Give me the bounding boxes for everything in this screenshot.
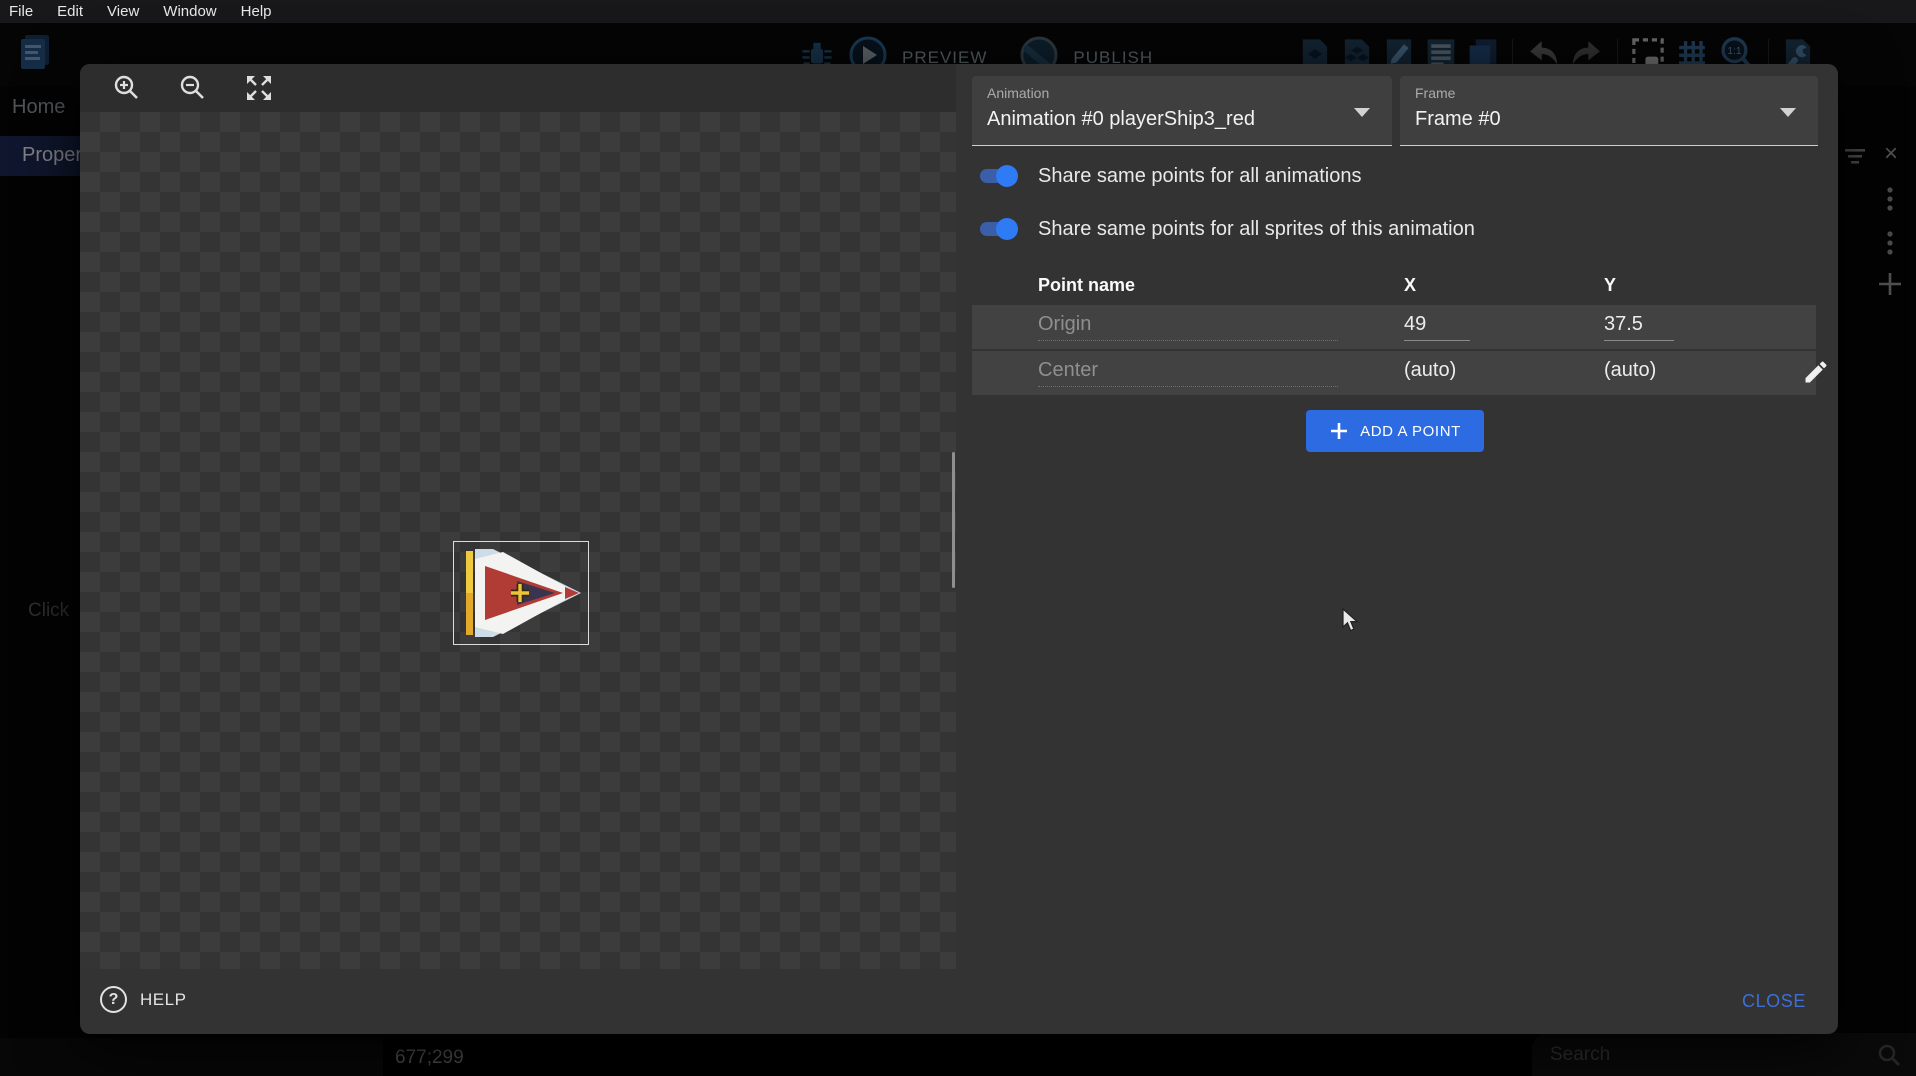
toggle-label: Share same points for all sprites of thi…: [1038, 218, 1475, 241]
close-button[interactable]: CLOSE: [1742, 991, 1806, 1012]
share-points-animations-toggle[interactable]: [978, 164, 1018, 188]
edit-point-button[interactable]: [1802, 358, 1832, 388]
frame-select-value: Frame #0: [1415, 108, 1501, 131]
animation-select[interactable]: Animation Animation #0 playerShip3_red: [972, 76, 1392, 146]
zoom-in-button[interactable]: [109, 70, 145, 106]
share-points-animations-row: Share same points for all animations: [978, 162, 1362, 190]
frame-select[interactable]: Frame Frame #0: [1400, 76, 1818, 146]
add-a-point-label: ADD A POINT: [1360, 423, 1461, 440]
frame-select-label: Frame: [1415, 85, 1455, 101]
zoom-out-button[interactable]: [175, 70, 211, 106]
fit-to-screen-button[interactable]: [241, 70, 277, 106]
point-x-field[interactable]: 49: [1404, 313, 1470, 341]
menu-window[interactable]: Window: [151, 3, 228, 20]
point-x-field[interactable]: (auto): [1404, 359, 1470, 387]
menu-view[interactable]: View: [95, 3, 151, 20]
edit-points-dialog: Animation Animation #0 playerShip3_red F…: [80, 64, 1838, 1034]
pencil-icon: [1802, 358, 1830, 386]
sprite-preview-toolbar: [80, 64, 956, 112]
point-y-field[interactable]: 37.5: [1604, 313, 1674, 341]
help-label: HELP: [140, 990, 186, 1010]
menu-bar: File Edit View Window Help: [0, 0, 1916, 23]
preview-scrollbar[interactable]: [952, 452, 955, 588]
animation-select-value: Animation #0 playerShip3_red: [987, 108, 1255, 131]
table-row-origin[interactable]: Origin 49 37.5: [972, 305, 1816, 349]
dialog-footer: ? HELP CLOSE: [80, 969, 1838, 1034]
chevron-down-icon: [1780, 108, 1796, 117]
add-a-point-button[interactable]: ADD A POINT: [1306, 410, 1484, 452]
menu-edit[interactable]: Edit: [45, 3, 95, 20]
share-points-sprites-toggle[interactable]: [978, 217, 1018, 241]
sprite-bounding-box: [453, 541, 589, 645]
table-row-center[interactable]: Center (auto) (auto): [972, 351, 1816, 395]
point-y-field[interactable]: (auto): [1604, 359, 1674, 387]
point-name-field: Center: [1038, 359, 1338, 387]
animation-select-label: Animation: [987, 85, 1049, 101]
player-ship-sprite[interactable]: [461, 549, 581, 637]
toggle-label: Share same points for all animations: [1038, 165, 1362, 188]
menu-help[interactable]: Help: [229, 3, 284, 20]
plus-icon: [1329, 421, 1349, 441]
sprite-preview-canvas[interactable]: [80, 112, 956, 969]
point-name-field: Origin: [1038, 313, 1338, 341]
column-header-point-name: Point name: [1038, 275, 1135, 296]
help-icon: ?: [100, 986, 127, 1013]
column-header-x: X: [1404, 275, 1416, 296]
menu-file[interactable]: File: [0, 3, 45, 20]
share-points-sprites-row: Share same points for all sprites of thi…: [978, 215, 1475, 243]
column-header-y: Y: [1604, 275, 1616, 296]
help-button[interactable]: ? HELP: [100, 986, 186, 1013]
chevron-down-icon: [1354, 108, 1370, 117]
